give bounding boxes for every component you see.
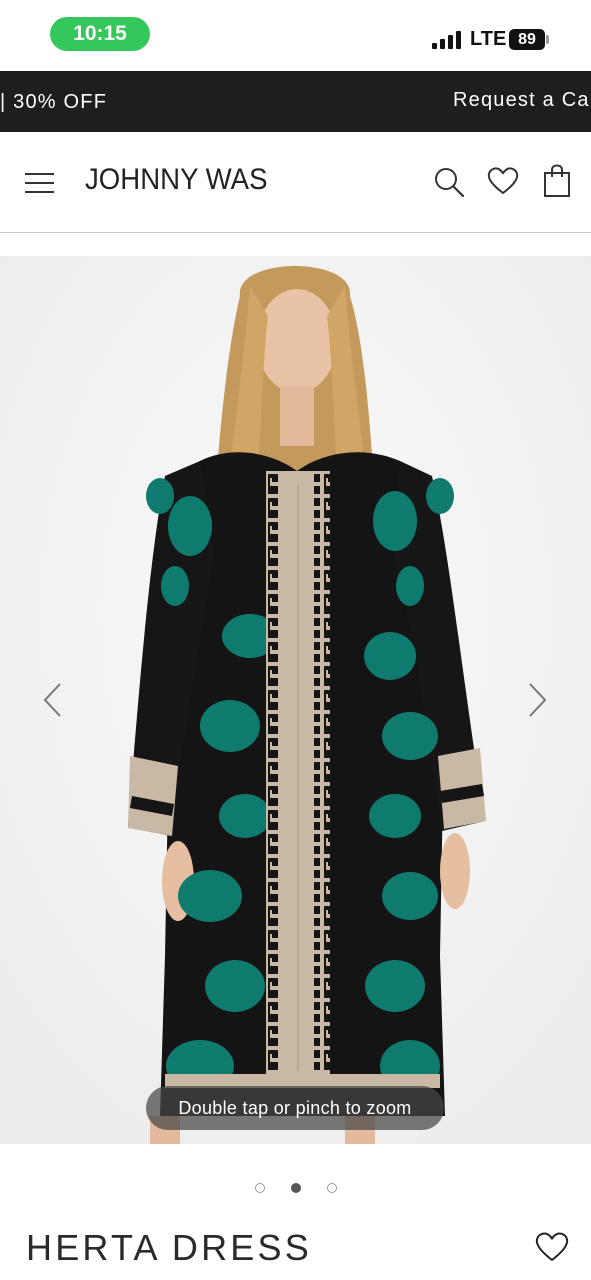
zoom-hint-tooltip: Double tap or pinch to zoom: [146, 1086, 444, 1130]
product-image-gallery[interactable]: Double tap or pinch to zoom: [0, 256, 591, 1144]
previous-image-arrow-icon[interactable]: [40, 680, 64, 720]
next-image-arrow-icon[interactable]: [526, 680, 550, 720]
heart-icon[interactable]: [487, 166, 519, 196]
carousel-dot-2[interactable]: [290, 1183, 301, 1193]
battery-icon: 89: [509, 29, 545, 50]
site-header: JOHNNY WAS: [0, 132, 591, 233]
status-bar: 10:15 LTE 89: [0, 0, 591, 70]
promo-catalog-text[interactable]: Request a Ca: [453, 89, 590, 112]
status-time: 10:15: [50, 17, 150, 51]
carousel-pagination: [0, 1180, 591, 1198]
battery-tip: [546, 35, 549, 44]
signal-icon: [432, 31, 464, 49]
brand-logo[interactable]: JOHNNY WAS: [85, 163, 267, 197]
product-title: HERTA DRESS: [26, 1227, 312, 1268]
carousel-dot-1[interactable]: [254, 1183, 265, 1193]
carousel-dot-3[interactable]: [326, 1183, 337, 1193]
product-photo: [0, 256, 591, 1144]
network-type: LTE: [470, 28, 507, 50]
promo-discount-text[interactable]: | 30% OFF: [0, 91, 107, 114]
shopping-bag-icon[interactable]: [543, 164, 571, 198]
add-to-wishlist-heart-icon[interactable]: [535, 1231, 569, 1263]
search-icon[interactable]: [433, 166, 465, 198]
promo-banner[interactable]: | 30% OFF Request a Ca: [0, 71, 591, 132]
menu-icon[interactable]: [25, 173, 55, 193]
